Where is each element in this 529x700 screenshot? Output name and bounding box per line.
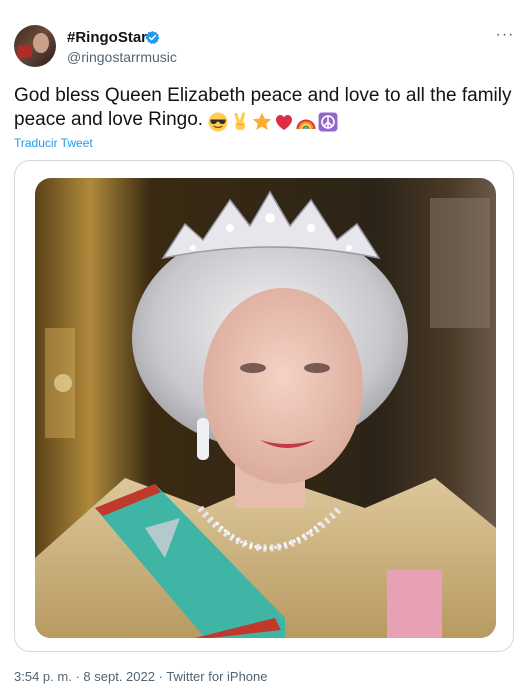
separator: ·: [158, 669, 163, 684]
media-card[interactable]: [14, 160, 514, 652]
peace-symbol-icon: [318, 112, 338, 132]
emoji-row: [208, 112, 340, 136]
tweet-date[interactable]: 8 sept. 2022: [83, 669, 155, 684]
photo-queen-portrait: [35, 178, 496, 638]
translate-tweet-link[interactable]: Traducir Tweet: [14, 136, 93, 150]
tweet-source[interactable]: Twitter for iPhone: [166, 669, 267, 684]
tweet: #RingoStarr @ringostarrmusic ··· God ble…: [0, 0, 529, 700]
avatar-face: [33, 33, 49, 53]
victory-hand-icon: [234, 112, 246, 130]
separator: ·: [75, 669, 80, 684]
handle[interactable]: @ringostarrmusic: [67, 49, 177, 65]
sunglasses-face-icon: [208, 112, 228, 132]
more-options-icon[interactable]: ···: [495, 27, 515, 44]
display-name[interactable]: #RingoStarr: [67, 29, 153, 46]
avatar[interactable]: [14, 25, 56, 67]
timestamp-row: 3:54 p. m. · 8 sept. 2022 · Twitter for …: [14, 669, 267, 684]
star-icon: [253, 112, 272, 130]
tweet-photo[interactable]: [35, 178, 496, 638]
tweet-text: God bless Queen Elizabeth peace and love…: [14, 84, 514, 136]
verified-badge-icon: [145, 30, 160, 44]
tweet-time[interactable]: 3:54 p. m.: [14, 669, 72, 684]
avatar-sign: [18, 45, 32, 57]
rainbow-icon: [296, 119, 316, 130]
red-heart-icon: [276, 115, 293, 130]
